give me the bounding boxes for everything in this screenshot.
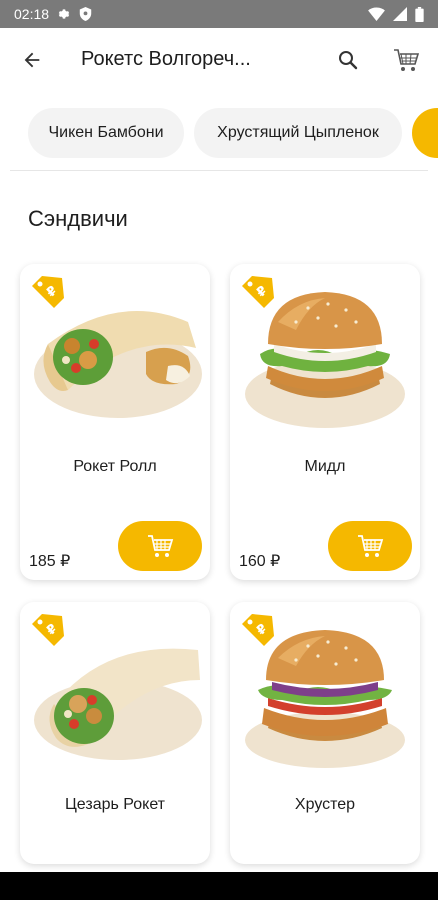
cart-button[interactable] [386, 42, 426, 78]
category-chips: Чикен Бамбони Хрустящий Цыпленок [0, 108, 438, 160]
divider [10, 170, 428, 171]
product-card[interactable]: ₽ Рокет Ролл 185 ₽ [20, 264, 210, 580]
shopping-cart-icon [394, 49, 420, 71]
product-price: 160 ₽ [239, 553, 281, 570]
add-to-cart-button[interactable] [328, 521, 412, 571]
signal-icon [393, 7, 407, 21]
product-card[interactable]: ₽ Мидл 160 ₽ [230, 264, 420, 580]
page-title: Рокетс Волгореч... [81, 48, 251, 70]
section-title: Сэндвичи [28, 206, 128, 231]
product-card[interactable]: ₽ Хрустер [230, 602, 420, 864]
status-time: 02:18 [14, 6, 50, 22]
product-name: Хрустер [294, 796, 356, 813]
product-price: 185 ₽ [29, 553, 71, 570]
screen: 02:18 Рокетс Волгореч... Чикен Бамбони Х… [0, 0, 438, 900]
promo-tag-icon: ₽ [238, 610, 278, 650]
search-icon [339, 51, 358, 70]
product-name: Цезарь Рокет [64, 796, 166, 813]
product-name: Мидл [304, 458, 346, 475]
promo-tag-icon: ₽ [28, 610, 68, 650]
battery-icon [415, 6, 424, 22]
product-name: Рокет Ролл [73, 458, 157, 475]
settings-gear-icon [57, 7, 71, 21]
back-button[interactable] [14, 42, 50, 78]
shield-icon [79, 7, 92, 21]
cart-add-icon [358, 535, 384, 557]
cart-add-icon [148, 535, 174, 557]
chip-crispy-chicken[interactable]: Хрустящий Цыпленок [194, 108, 402, 158]
search-button[interactable] [330, 42, 366, 78]
wifi-icon [368, 7, 385, 21]
chip-chicken-bamboni[interactable]: Чикен Бамбони [28, 108, 184, 158]
promo-tag-icon: ₽ [238, 272, 278, 312]
system-navigation-bar [0, 872, 438, 900]
status-bar: 02:18 [0, 0, 438, 28]
arrow-back-icon [24, 52, 40, 68]
app-bar: Рокетс Волгореч... [0, 28, 438, 92]
promo-tag-icon: ₽ [28, 272, 68, 312]
chip-next[interactable] [412, 108, 438, 158]
product-card[interactable]: ₽ Цезарь Рокет [20, 602, 210, 864]
add-to-cart-button[interactable] [118, 521, 202, 571]
